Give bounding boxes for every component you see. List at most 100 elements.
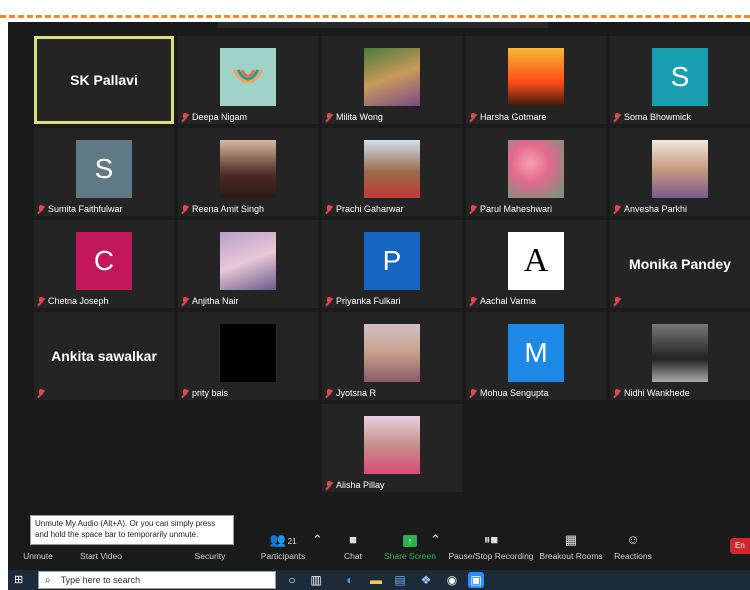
record-button[interactable]: ⏸■ Pause/Stop Recording [448, 528, 534, 570]
participant-name: Reena Amit Singh [192, 204, 265, 214]
participant-avatar-letter: C [76, 232, 132, 290]
chat-button[interactable]: ■ Chat [338, 528, 368, 570]
participant-avatar-image [364, 324, 420, 382]
microphone-muted-icon [469, 112, 477, 122]
participant-tile[interactable]: Prachi Gaharwar [322, 128, 462, 216]
microphone-muted-icon [469, 204, 477, 214]
participant-avatar-letter: A [508, 232, 564, 290]
participant-label: prity bais [181, 388, 228, 398]
participant-tile[interactable]: S Sumita Faithfulwar [34, 128, 174, 216]
participant-avatar-letter: M [508, 324, 564, 382]
end-meeting-button[interactable]: En [730, 538, 750, 554]
participant-tile[interactable]: Deepa Nigam [178, 36, 318, 124]
participant-avatar-image [364, 48, 420, 106]
chrome-icon[interactable]: ◉ [444, 572, 460, 588]
reactions-label: Reactions [614, 551, 652, 561]
microphone-muted-icon [469, 296, 477, 306]
windows-start-icon[interactable]: ⊞ [14, 574, 26, 586]
participant-label: Anvesha Parkhi [613, 204, 687, 214]
participant-avatar-letter: P [364, 232, 420, 290]
dropbox-icon[interactable]: ❖ [418, 572, 434, 588]
microphone-muted-icon [469, 388, 477, 398]
share-screen-button[interactable]: ↑ Share Screen [384, 528, 436, 570]
participant-tile[interactable]: Milita Wong [322, 36, 462, 124]
reactions-button[interactable]: ☺ Reactions [610, 528, 656, 570]
participant-name: Alisha Pillay [336, 480, 385, 490]
participant-name: Nidhi Wankhede [624, 388, 690, 398]
smiley-plus-icon: ☺ [626, 532, 640, 547]
microphone-muted-icon [613, 112, 621, 122]
windows-taskbar: ⊞ ⌕ Type here to search ○ ▥ ◐ ▬ ▤ ❖ ◉ ▣ [8, 570, 750, 590]
unmute-label: Unmute [23, 551, 53, 561]
microphone-muted-icon [181, 388, 189, 398]
participant-label: Mohua Sengupta [469, 388, 549, 398]
participant-tile[interactable]: Jyotsna R [322, 312, 462, 400]
participant-tile[interactable]: S Soma Bhowmick [610, 36, 750, 124]
participant-name: prity bais [192, 388, 229, 398]
participant-tile[interactable]: Monika Pandey [610, 220, 750, 308]
cortana-icon[interactable]: ○ [284, 572, 300, 588]
microphone-muted-icon [37, 204, 45, 214]
participant-tile[interactable]: M Mohua Sengupta [466, 312, 606, 400]
search-placeholder: Type here to search [60, 575, 141, 585]
task-view-icon[interactable]: ▥ [308, 572, 324, 588]
participant-tile[interactable]: prity bais [178, 312, 318, 400]
participant-name: Priyanka Fulkari [336, 296, 401, 306]
participants-options-caret[interactable]: ⌃ [312, 528, 323, 570]
participant-label: Sumita Faithfulwar [37, 204, 123, 214]
participant-name: Milita Wong [336, 112, 383, 122]
chat-bubble-icon: ■ [349, 532, 357, 547]
zoom-meeting-window: SK Pallavi Deepa Nigam Milita Wong Harsha G… [8, 22, 750, 570]
participant-label: Nidhi Wankhede [613, 388, 690, 398]
participant-avatar-image [652, 140, 708, 198]
participant-tile[interactable]: Harsha Gotmare [466, 36, 606, 124]
top-border [0, 0, 750, 18]
microphone-muted-icon [181, 204, 189, 214]
participants-button[interactable]: 👥 21 Participants [258, 528, 308, 570]
participant-label: Anjitha Nair [181, 296, 239, 306]
participant-tile[interactable]: A Aachal Varma [466, 220, 606, 308]
participant-label: Deepa Nigam [181, 112, 247, 122]
share-screen-label: Share Screen [384, 551, 436, 561]
participants-icon: 👥 21 [269, 532, 297, 547]
participant-tile[interactable]: P Priyanka Fulkari [322, 220, 462, 308]
taskbar-search-box[interactable]: ⌕ Type here to search [38, 571, 276, 589]
participant-avatar-image [220, 140, 276, 198]
participant-tile[interactable]: Parul Maheshwari [466, 128, 606, 216]
participant-tile[interactable]: Anvesha Parkhi [610, 128, 750, 216]
participant-name: Deepa Nigam [192, 112, 248, 122]
participant-label [613, 297, 624, 306]
zoom-app-icon[interactable]: ▣ [468, 572, 484, 588]
unmute-tooltip: Unmute My Audio (Alt+A). Or you can simp… [30, 515, 234, 545]
participant-name: Aachal Varma [480, 296, 536, 306]
file-explorer-icon[interactable]: ▬ [368, 572, 384, 588]
top-strip [218, 22, 548, 28]
participant-avatar-image [508, 140, 564, 198]
participant-avatar-image [220, 324, 276, 382]
microphone-muted-icon [325, 112, 333, 122]
participant-tile[interactable]: Nidhi Wankhede [610, 312, 750, 400]
share-options-caret[interactable]: ⌃ [430, 528, 441, 570]
pause-stop-record-icon: ⏸■ [483, 532, 499, 547]
participant-label: Parul Maheshwari [469, 204, 552, 214]
participant-tile[interactable]: Reena Amit Singh [178, 128, 318, 216]
edge-browser-icon[interactable]: ◐ [342, 572, 358, 588]
participant-tile[interactable]: SK Pallavi [34, 36, 174, 124]
participant-avatar-image [364, 416, 420, 474]
participant-tile[interactable]: Alisha Pillay [322, 404, 462, 492]
microphone-muted-icon [37, 296, 45, 306]
participant-tile[interactable]: Ankita sawalkar [34, 312, 174, 400]
participant-label: Aachal Varma [469, 296, 536, 306]
microphone-muted-icon [325, 204, 333, 214]
participant-label: Soma Bhowmick [613, 112, 691, 122]
share-screen-icon: ↑ [384, 532, 436, 548]
participant-name: Sumita Faithfulwar [48, 204, 123, 214]
microphone-muted-icon [613, 204, 621, 214]
participant-avatar-image [508, 48, 564, 106]
participant-tile[interactable]: C Chetna Joseph [34, 220, 174, 308]
participant-label: Milita Wong [325, 112, 383, 122]
breakout-rooms-button[interactable]: ▦ Breakout Rooms [538, 528, 604, 570]
participant-label: Harsha Gotmare [469, 112, 547, 122]
participant-tile[interactable]: Anjitha Nair [178, 220, 318, 308]
store-icon[interactable]: ▤ [392, 572, 408, 588]
